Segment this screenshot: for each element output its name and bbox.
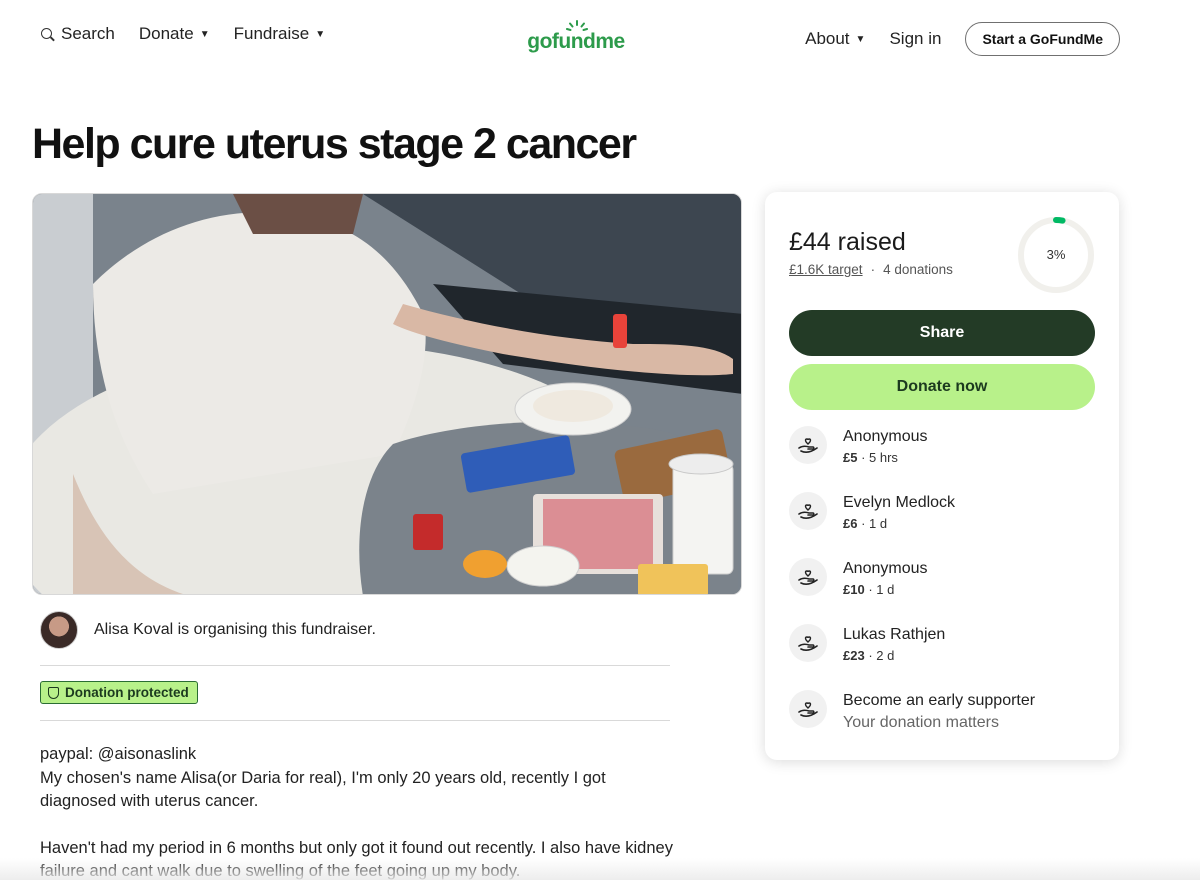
donate-menu-label: Donate	[138, 24, 194, 43]
donation-amount: £5	[843, 450, 858, 465]
donation-time: · 1 d	[864, 582, 895, 597]
caret-down-icon: ▼	[199, 28, 210, 40]
early-supporter-item[interactable]: Become an early supporter Your donation …	[789, 690, 1095, 736]
donation-hand-icon	[789, 426, 827, 464]
sign-in-link[interactable]: Sign in	[889, 29, 941, 49]
donation-item[interactable]: Anonymous £5 · 5 hrs	[789, 426, 1095, 472]
donation-amount: £6	[843, 516, 858, 531]
shield-icon	[48, 686, 59, 699]
donation-time: · 5 hrs	[857, 450, 898, 465]
donation-amount: £23	[843, 648, 865, 663]
donor-name: Lukas Rathjen	[843, 626, 946, 643]
meta-separator: ·	[870, 262, 876, 277]
story-line: paypal: @aisonaslink	[40, 745, 197, 763]
donation-detail: £10 · 1 d	[843, 580, 928, 600]
top-navigation: Search Donate ▼ Fundraise ▼ gofundme Abo…	[0, 0, 1200, 74]
donation-protected-label: Donation protected	[65, 685, 189, 700]
search-label: Search	[61, 24, 115, 43]
divider	[40, 665, 670, 666]
gofundme-logo[interactable]: gofundme	[522, 20, 630, 56]
progress-percent: 3%	[1046, 247, 1066, 262]
search-icon	[40, 27, 55, 42]
donation-protected-badge[interactable]: Donation protected	[40, 681, 198, 704]
donor-name: Anonymous	[843, 428, 928, 445]
donation-item[interactable]: Anonymous £10 · 1 d	[789, 558, 1095, 604]
caret-down-icon: ▼	[315, 28, 326, 40]
donation-count: 4 donations	[883, 262, 953, 277]
donate-menu[interactable]: Donate ▼	[139, 24, 210, 44]
donation-detail: £23 · 2 d	[843, 646, 945, 666]
divider	[40, 720, 670, 721]
donation-hand-icon	[789, 558, 827, 596]
organizer-text: Alisa Koval is organising this fundraise…	[94, 621, 376, 638]
target-link[interactable]: £1.6K target	[789, 262, 863, 277]
nav-left: Search Donate ▼ Fundraise ▼	[40, 24, 325, 44]
early-supporter-title: Become an early supporter	[843, 692, 1036, 709]
organizer-avatar[interactable]	[40, 611, 78, 649]
fundraise-menu[interactable]: Fundraise ▼	[234, 24, 326, 44]
search-button[interactable]: Search	[40, 24, 115, 44]
organizer-row: Alisa Koval is organising this fundraise…	[40, 610, 670, 650]
donation-time: · 1 d	[857, 516, 888, 531]
early-supporter-subtitle: Your donation matters	[843, 714, 999, 731]
fundraiser-hero-image[interactable]	[32, 193, 742, 595]
about-menu-label: About	[805, 29, 850, 48]
page-title: Help cure uterus stage 2 cancer	[32, 120, 637, 168]
donation-detail: £6 · 1 d	[843, 514, 955, 534]
donation-hand-icon	[789, 624, 827, 662]
donate-now-button[interactable]: Donate now	[789, 364, 1095, 410]
donor-name: Evelyn Medlock	[843, 494, 956, 511]
donation-hand-icon	[789, 690, 827, 728]
donation-item[interactable]: Lukas Rathjen £23 · 2 d	[789, 624, 1095, 670]
target-meta: £1.6K target · 4 donations	[789, 262, 953, 277]
about-menu[interactable]: About ▼	[805, 29, 865, 49]
donation-item[interactable]: Evelyn Medlock £6 · 1 d	[789, 492, 1095, 538]
start-gofundme-button[interactable]: Start a GoFundMe	[965, 22, 1120, 56]
fundraise-menu-label: Fundraise	[233, 24, 310, 43]
logo-text: gofundme	[527, 30, 625, 53]
story-paragraph: My chosen's name Alisa(or Daria for real…	[40, 768, 606, 811]
donor-name: Anonymous	[843, 560, 928, 577]
share-button[interactable]: Share	[789, 310, 1095, 356]
nav-right: About ▼ Sign in Start a GoFundMe	[805, 22, 1120, 56]
bottom-fade	[0, 858, 1200, 880]
donation-hand-icon	[789, 492, 827, 530]
amount-raised: £44 raised	[789, 228, 906, 256]
caret-down-icon: ▼	[855, 33, 866, 45]
donation-amount: £10	[843, 582, 865, 597]
donation-card: £44 raised £1.6K target · 4 donations 3%…	[765, 192, 1119, 760]
hero-photo	[33, 194, 741, 594]
donation-detail: £5 · 5 hrs	[843, 448, 928, 468]
donation-time: · 2 d	[864, 648, 895, 663]
